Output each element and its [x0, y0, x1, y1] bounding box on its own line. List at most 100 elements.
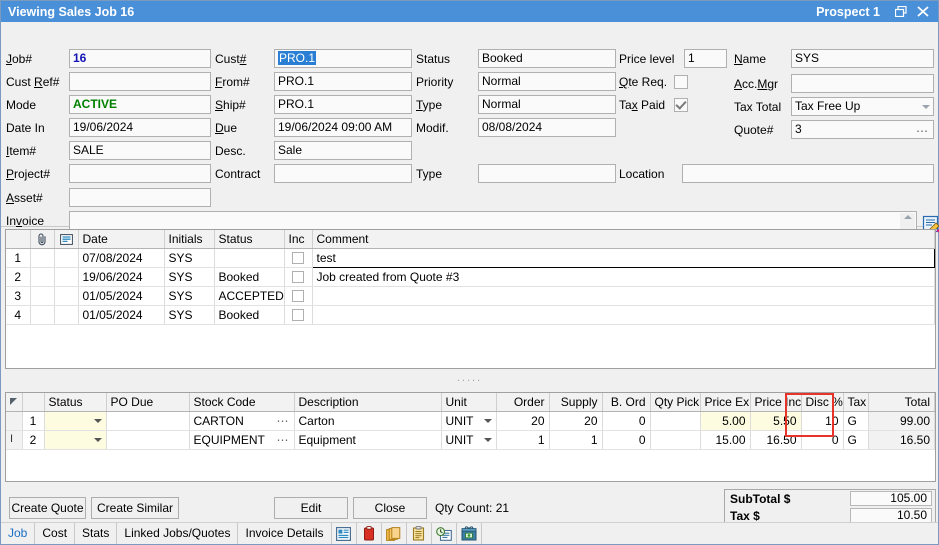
row-status[interactable]	[214, 248, 284, 267]
row-note-cell[interactable]	[54, 286, 78, 305]
table-row[interactable]: 4 01/05/2024 SYS Booked	[6, 305, 935, 324]
type-field[interactable]: Normal	[478, 95, 616, 114]
row-attachment-cell[interactable]	[30, 267, 54, 286]
lines-col-price-ex[interactable]: Price Ex.	[700, 393, 750, 411]
row-unit-dropdown[interactable]: UNIT	[441, 430, 496, 449]
row-attachment-cell[interactable]	[30, 286, 54, 305]
row-selector[interactable]	[6, 411, 22, 430]
comments-col-date[interactable]: Date	[78, 230, 164, 248]
row-po-due[interactable]	[106, 411, 189, 430]
row-po-due[interactable]	[106, 430, 189, 449]
checkbox-icon[interactable]	[292, 309, 304, 321]
row-comment[interactable]: test	[312, 248, 935, 267]
row-comment[interactable]	[312, 286, 935, 305]
attachment-icon[interactable]	[30, 230, 54, 248]
lines-col-total[interactable]: Total	[868, 393, 935, 411]
tax-paid-checkbox[interactable]	[674, 98, 688, 112]
tax-total-combo[interactable]: Tax Free Up	[791, 97, 934, 116]
lines-col-supply[interactable]: Supply	[549, 393, 602, 411]
due-field[interactable]: 19/06/2024 09:00 AM	[274, 118, 412, 137]
from-number-field[interactable]: PRO.1	[274, 72, 412, 91]
asset-number-field[interactable]	[69, 188, 211, 207]
row-price-inc[interactable]: 5.50	[750, 411, 801, 430]
item-number-field[interactable]: SALE	[69, 141, 211, 160]
close-button[interactable]: Close	[353, 497, 427, 519]
row-description[interactable]: Equipment	[294, 430, 441, 449]
row-date[interactable]: 07/08/2024	[78, 248, 164, 267]
tab-cost[interactable]: Cost	[35, 523, 75, 544]
row-attachment-cell[interactable]	[30, 248, 54, 267]
comments-col-comment[interactable]: Comment	[312, 230, 935, 248]
row-attachment-cell[interactable]	[30, 305, 54, 324]
ellipsis-icon[interactable]: ⋯	[916, 123, 929, 139]
row-b-ord[interactable]: 0	[602, 430, 650, 449]
row-inc-checkbox[interactable]	[284, 248, 312, 267]
row-unit-dropdown[interactable]: UNIT	[441, 411, 496, 430]
mode-field[interactable]: ACTIVE	[69, 95, 211, 114]
tab-stats[interactable]: Stats	[75, 523, 117, 544]
row-date[interactable]: 01/05/2024	[78, 286, 164, 305]
ship-number-field[interactable]: PRO.1	[274, 95, 412, 114]
lines-col-price-inc[interactable]: Price Inc.	[750, 393, 801, 411]
row-supply[interactable]: 20	[549, 411, 602, 430]
tab-invoice-details[interactable]: Invoice Details	[238, 523, 331, 544]
row-note-cell[interactable]	[54, 248, 78, 267]
table-row[interactable]: 1 07/08/2024 SYS test	[6, 248, 935, 267]
job-number-field[interactable]: 16	[69, 49, 211, 68]
clipboard-red-icon[interactable]	[357, 523, 382, 544]
row-price-ex[interactable]: 5.00	[700, 411, 750, 430]
lines-col-stock-code[interactable]: Stock Code	[189, 393, 294, 411]
clipboard-list-icon[interactable]	[407, 523, 432, 544]
row-price-inc[interactable]: 16.50	[750, 430, 801, 449]
row-initials[interactable]: SYS	[164, 305, 214, 324]
row-tax[interactable]: G	[843, 411, 868, 430]
comments-col-inc[interactable]: Inc	[284, 230, 312, 248]
grid-corner-icon[interactable]	[6, 393, 22, 411]
row-inc-checkbox[interactable]	[284, 267, 312, 286]
row-qty-pick[interactable]	[650, 430, 700, 449]
gift-money-icon[interactable]	[457, 523, 482, 544]
details-card-icon[interactable]	[332, 523, 357, 544]
row-disc-pct[interactable]: 10	[801, 411, 843, 430]
create-similar-button[interactable]: Create Similar	[91, 497, 179, 519]
checkbox-icon[interactable]	[292, 271, 304, 283]
row-stock-code[interactable]: EQUIPMENT⋯	[189, 430, 294, 449]
location-field[interactable]	[682, 164, 934, 183]
tab-linked-jobs-quotes[interactable]: Linked Jobs/Quotes	[117, 523, 238, 544]
row-initials[interactable]: SYS	[164, 286, 214, 305]
acc-mgr-field[interactable]	[791, 74, 934, 93]
row-order[interactable]: 1	[496, 430, 549, 449]
table-row[interactable]: 2 19/06/2024 SYS Booked Job created from…	[6, 267, 935, 286]
priority-field[interactable]: Normal	[478, 72, 616, 91]
table-row[interactable]: 3 01/05/2024 SYS ACCEPTED	[6, 286, 935, 305]
qte-req-checkbox[interactable]	[674, 75, 688, 89]
type-secondary-field[interactable]	[478, 164, 616, 183]
row-date[interactable]: 19/06/2024	[78, 267, 164, 286]
comments-col-status[interactable]: Status	[214, 230, 284, 248]
desc-field[interactable]: Sale	[274, 141, 412, 160]
checkbox-icon[interactable]	[292, 290, 304, 302]
tab-job[interactable]: Job	[1, 523, 35, 544]
row-inc-checkbox[interactable]	[284, 286, 312, 305]
lines-col-b-ord[interactable]: B. Ord	[602, 393, 650, 411]
lines-col-disc-pct[interactable]: Disc %	[801, 393, 843, 411]
cust-ref-field[interactable]	[69, 72, 211, 91]
row-note-cell[interactable]	[54, 305, 78, 324]
row-initials[interactable]: SYS	[164, 248, 214, 267]
lines-col-tax[interactable]: Tax	[843, 393, 868, 411]
row-selector[interactable]: I	[6, 430, 22, 449]
cust-number-field[interactable]: PRO.1	[274, 49, 412, 68]
comments-col-initials[interactable]: Initials	[164, 230, 214, 248]
checkbox-icon[interactable]	[292, 252, 304, 264]
row-qty-pick[interactable]	[650, 411, 700, 430]
grid-splitter[interactable]: .....	[1, 373, 938, 383]
lines-col-unit[interactable]: Unit	[441, 393, 496, 411]
copy-pages-icon[interactable]	[382, 523, 407, 544]
comments-grid[interactable]: Date Initials Status Inc Comment 1 07/08…	[5, 229, 936, 369]
row-comment[interactable]	[312, 305, 935, 324]
row-b-ord[interactable]: 0	[602, 411, 650, 430]
row-description[interactable]: Carton	[294, 411, 441, 430]
create-quote-button[interactable]: Create Quote	[9, 497, 86, 519]
quote-number-field[interactable]: 3 ⋯	[791, 120, 934, 139]
table-row[interactable]: I 2 EQUIPMENT⋯ Equipment UNIT 1 1 0 15.0…	[6, 430, 935, 449]
